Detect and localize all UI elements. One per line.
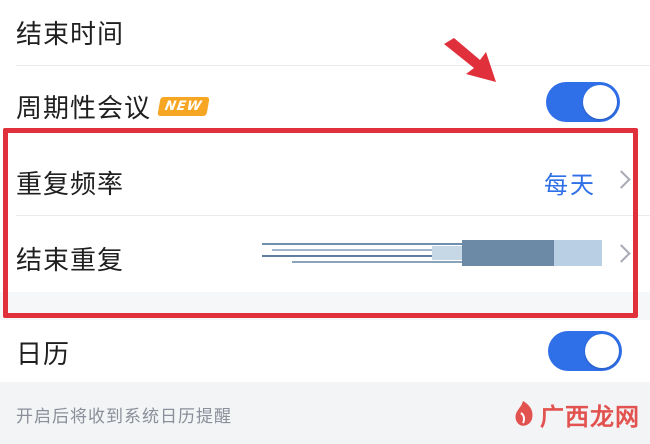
toggle-knob: [583, 85, 617, 119]
end-repeat-label: 结束重复: [16, 246, 125, 276]
chevron-right-icon: [612, 170, 631, 189]
recurring-meeting-text: 周期性会议: [16, 94, 152, 124]
new-badge: NEW: [157, 97, 210, 116]
end-time-label: 结束时间: [16, 20, 125, 50]
calendar-toggle[interactable]: [548, 331, 622, 371]
watermark: 广西龙网: [510, 394, 640, 434]
recurring-meeting-label: 周期性会议 NEW: [16, 88, 210, 125]
calendar-hint-text: 开启后将收到系统日历提醒: [16, 407, 232, 427]
redacted-value: [262, 240, 602, 266]
watermark-text: 广西龙网: [540, 402, 640, 431]
calendar-row: 日历: [0, 320, 650, 382]
repeat-frequency-label: 重复频率: [16, 170, 125, 200]
section-gap: [0, 292, 650, 320]
toggle-knob: [585, 334, 619, 368]
red-arrow-icon: [444, 38, 496, 82]
recurring-meeting-row: 周期性会议 NEW: [0, 66, 650, 140]
end-repeat-row[interactable]: 结束重复: [0, 216, 650, 292]
chevron-right-icon: [612, 244, 631, 263]
end-time-row[interactable]: 结束时间: [0, 0, 650, 66]
calendar-label: 日历: [16, 340, 71, 370]
repeat-frequency-value: 每天: [544, 171, 596, 199]
recurring-meeting-toggle[interactable]: [546, 82, 620, 122]
watermark-logo-icon: [515, 401, 533, 426]
repeat-frequency-row[interactable]: 重复频率 每天: [0, 140, 650, 216]
